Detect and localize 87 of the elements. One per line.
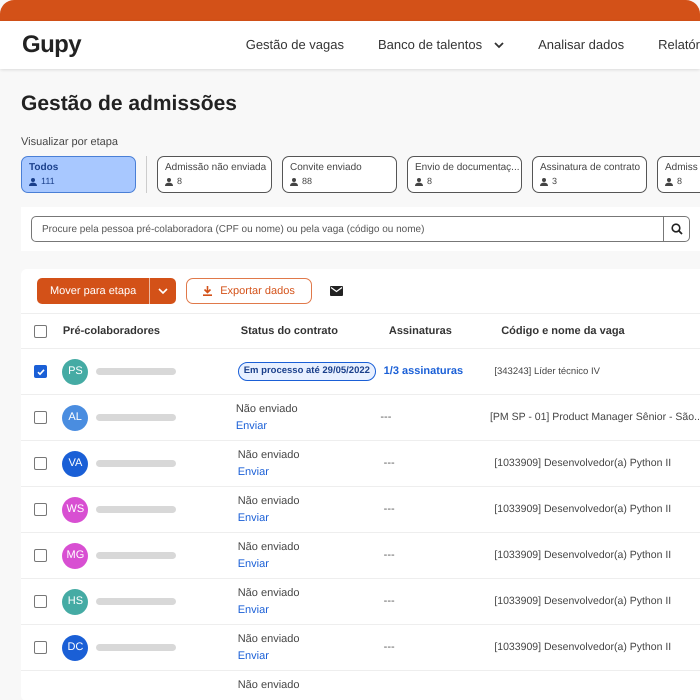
search-input[interactable]: Procure pela pessoa pré-colaboradora (CPF ou nome) ou pela vaga (código ou nome) xyxy=(42,222,653,236)
stage-label: Assinatura de contrato xyxy=(540,161,640,176)
column-header: Status do contrato xyxy=(240,324,338,337)
stage-count: 88 xyxy=(302,175,312,188)
checkmark-icon xyxy=(36,366,46,376)
mail-icon[interactable] xyxy=(330,286,343,296)
person-icon xyxy=(415,178,423,186)
signatures-text: --- xyxy=(384,641,395,654)
avatar: MG xyxy=(62,542,88,568)
avatar: PS xyxy=(62,358,88,384)
stage-label: Convite enviado xyxy=(290,161,362,176)
job-name: [1033909] Desenvolvedor(a) Python II xyxy=(494,549,672,562)
page-title: Gestão de admissões xyxy=(21,91,238,117)
nav-link[interactable]: Banco de talentos xyxy=(378,35,504,55)
signatures-text: --- xyxy=(384,595,395,608)
status-badge: Em processo até 29/05/2022 xyxy=(238,362,376,381)
stage-label: Admissão não enviada xyxy=(165,161,266,176)
stage-count: 8 xyxy=(177,175,182,188)
send-link[interactable]: Enviar xyxy=(238,648,269,664)
job-name: [1033909] Desenvolvedor(a) Python II xyxy=(494,641,672,654)
job-name: [1033909] Desenvolvedor(a) Python II xyxy=(494,457,672,470)
stage-card[interactable]: Envio de documentaç... 8 xyxy=(407,156,522,193)
job-name: [1033909] Desenvolvedor(a) Python II xyxy=(494,595,672,608)
avatar: WS xyxy=(62,496,88,522)
person-icon xyxy=(665,178,673,186)
person-icon xyxy=(165,178,173,186)
search-icon xyxy=(670,223,682,235)
job-name: [PM SP - 01] Product Manager Sênior - São... xyxy=(490,411,700,424)
send-link[interactable]: Enviar xyxy=(238,464,269,480)
logo[interactable]: Gupy xyxy=(22,27,246,63)
signatures-text: --- xyxy=(384,503,395,516)
person-icon xyxy=(540,178,548,186)
nav-link[interactable]: Analisar dados xyxy=(538,35,624,55)
status-text: Não enviado xyxy=(238,678,300,693)
stage-label: Admiss xyxy=(665,161,698,176)
nav-link[interactable]: Relatór xyxy=(658,35,700,55)
stage-card[interactable]: Admiss 8 xyxy=(657,156,700,193)
send-link[interactable]: Enviar xyxy=(238,602,269,618)
checkbox[interactable] xyxy=(34,324,47,338)
checkbox[interactable] xyxy=(34,641,47,654)
person-icon xyxy=(29,178,37,186)
signatures-link[interactable]: 1/3 assinaturas xyxy=(384,365,464,378)
stage-count: 8 xyxy=(427,175,432,188)
column-header: Assinaturas xyxy=(388,324,452,337)
nav-link[interactable]: Gestão de vagas xyxy=(246,35,344,55)
download-icon xyxy=(203,286,212,296)
stage-label: Envio de documentaç... xyxy=(415,161,520,176)
stage-card[interactable]: Admissão não enviada 8 xyxy=(157,156,272,193)
checkbox[interactable] xyxy=(34,457,47,470)
stages-label: Visualizar por etapa xyxy=(21,134,120,150)
checkbox[interactable] xyxy=(34,549,47,562)
avatar: DC xyxy=(62,634,88,660)
stage-count: 111 xyxy=(41,175,55,188)
status-text: Não enviado xyxy=(238,448,300,463)
search-button[interactable] xyxy=(664,216,690,242)
avatar: AL xyxy=(62,404,88,430)
move-button[interactable]: Mover para etapa xyxy=(37,278,176,304)
status-text: Não enviado xyxy=(238,632,300,647)
signatures-text: --- xyxy=(384,549,395,562)
checkbox[interactable] xyxy=(34,595,47,608)
stage-card[interactable]: Convite enviado 88 xyxy=(282,156,397,193)
search-field[interactable]: Procure pela pessoa pré-colaboradora (CPF ou nome) ou pela vaga (código ou nome) xyxy=(31,216,664,242)
signatures-text: --- xyxy=(380,411,392,424)
send-link[interactable]: Enviar xyxy=(238,510,269,526)
stage-card[interactable]: Assinatura de contrato 3 xyxy=(532,156,647,193)
signatures-text: --- xyxy=(384,457,395,470)
job-name: [343243] Líder técnico IV xyxy=(494,366,600,378)
status-text: Não enviado xyxy=(238,494,300,509)
status-text: Não enviado xyxy=(238,586,300,601)
stage-count: 3 xyxy=(552,175,558,188)
job-name: [1033909] Desenvolvedor(a) Python II xyxy=(494,503,672,516)
status-text: Não enviado xyxy=(236,402,298,417)
checkbox[interactable] xyxy=(34,503,47,516)
stage-count: 8 xyxy=(677,175,682,188)
avatar: HS xyxy=(62,588,88,614)
send-link[interactable]: Enviar xyxy=(238,556,269,572)
column-header: Código e nome da vaga xyxy=(501,324,625,337)
send-link[interactable]: Enviar xyxy=(236,418,267,434)
checkbox[interactable] xyxy=(34,411,47,424)
checkbox[interactable] xyxy=(34,365,47,378)
stage-card[interactable]: Todos 111 xyxy=(21,156,136,193)
export-button[interactable]: Exportar dados xyxy=(186,278,312,304)
status-text: Não enviado xyxy=(238,540,300,555)
avatar: VA xyxy=(62,450,88,476)
column-header: Pré-colaboradores xyxy=(62,324,160,337)
person-icon xyxy=(290,178,298,186)
stage-label: Todos xyxy=(29,161,58,176)
